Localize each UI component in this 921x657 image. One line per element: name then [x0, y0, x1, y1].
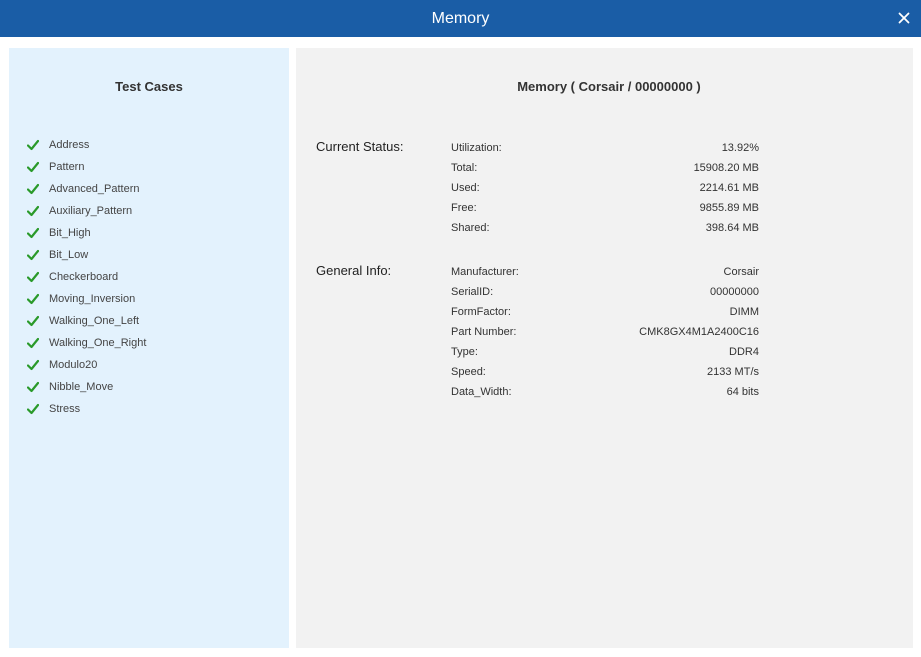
window-titlebar: Memory: [0, 0, 921, 37]
test-case-label: Checkerboard: [49, 271, 119, 283]
info-key: SerialID:: [451, 286, 494, 298]
info-value: DDR4: [729, 346, 759, 358]
test-case-item: Nibble_Move: [27, 376, 146, 398]
test-case-list: Address Pattern Advanced_Pattern Auxiliary_…: [27, 134, 146, 420]
info-value: 64 bits: [726, 386, 759, 398]
info-value: 15908.20 MB: [693, 162, 759, 174]
check-icon: [27, 227, 39, 239]
test-case-label: Walking_One_Right: [49, 337, 147, 349]
check-icon: [27, 183, 39, 195]
test-case-item: Auxiliary_Pattern: [27, 200, 146, 222]
test-case-item: Stress: [27, 398, 146, 420]
test-case-label: Moving_Inversion: [49, 293, 136, 305]
info-value: 00000000: [710, 286, 759, 298]
check-icon: [27, 359, 39, 371]
info-row: SerialID: 00000000: [451, 282, 759, 302]
check-icon: [27, 139, 39, 151]
check-icon: [27, 249, 39, 261]
info-row: Total: 15908.20 MB: [451, 158, 759, 178]
test-case-label: Pattern: [49, 161, 85, 173]
window-title: Memory: [431, 9, 490, 27]
current-status-table: Utilization: 13.92% Total: 15908.20 MB Used:…: [451, 138, 759, 238]
test-case-item: Modulo20: [27, 354, 146, 376]
info-value: 398.64 MB: [705, 222, 759, 234]
test-case-item: Bit_Low: [27, 244, 146, 266]
test-case-item: Bit_High: [27, 222, 146, 244]
info-row: Free: 9855.89 MB: [451, 198, 759, 218]
info-key: Total:: [451, 162, 478, 174]
info-value: 9855.89 MB: [699, 202, 759, 214]
test-cases-title: Test Cases: [115, 79, 183, 94]
info-key: Manufacturer:: [451, 266, 519, 278]
test-case-item: Advanced_Pattern: [27, 178, 146, 200]
test-case-label: Modulo20: [49, 359, 98, 371]
info-key: Used:: [451, 182, 480, 194]
info-key: Part Number:: [451, 326, 517, 338]
check-icon: [27, 337, 39, 349]
check-icon: [27, 271, 39, 283]
current-status-label: Current Status:: [316, 139, 404, 154]
test-case-label: Bit_Low: [49, 249, 89, 261]
test-case-label: Nibble_Move: [49, 381, 114, 393]
info-key: FormFactor:: [451, 306, 511, 318]
info-row: FormFactor: DIMM: [451, 302, 759, 322]
test-cases-panel: Test Cases Address Pattern Advanced_Patter…: [9, 48, 289, 648]
test-case-item: Pattern: [27, 156, 146, 178]
check-icon: [27, 293, 39, 305]
test-case-label: Auxiliary_Pattern: [49, 205, 133, 217]
info-value: 2214.61 MB: [699, 182, 759, 194]
info-value: CMK8GX4M1A2400C16: [639, 326, 759, 338]
test-case-label: Stress: [49, 403, 81, 415]
info-row: Part Number: CMK8GX4M1A2400C16: [451, 322, 759, 342]
info-row: Type: DDR4: [451, 342, 759, 362]
device-title: Memory ( Corsair / 00000000 ): [517, 79, 701, 94]
info-row: Used: 2214.61 MB: [451, 178, 759, 198]
info-key: Free:: [451, 202, 477, 214]
check-icon: [27, 205, 39, 217]
info-row: Data_Width: 64 bits: [451, 382, 759, 402]
test-case-item: Checkerboard: [27, 266, 146, 288]
test-case-label: Address: [49, 139, 90, 151]
check-icon: [27, 381, 39, 393]
info-row: Manufacturer: Corsair: [451, 262, 759, 282]
test-case-label: Advanced_Pattern: [49, 183, 140, 195]
info-value: 13.92%: [721, 142, 759, 154]
info-key: Utilization:: [451, 142, 502, 154]
general-info-table: Manufacturer: Corsair SerialID: 00000000 For…: [451, 262, 759, 402]
info-key: Type:: [451, 346, 478, 358]
test-case-item: Walking_One_Right: [27, 332, 146, 354]
info-row: Utilization: 13.92%: [451, 138, 759, 158]
device-details-panel: Memory ( Corsair / 00000000 ) Current St…: [296, 48, 913, 648]
check-icon: [27, 403, 39, 415]
info-key: Data_Width:: [451, 386, 512, 398]
general-info-label: General Info:: [316, 263, 392, 278]
info-key: Speed:: [451, 366, 486, 378]
test-case-item: Address: [27, 134, 146, 156]
info-value: Corsair: [723, 266, 759, 278]
info-row: Shared: 398.64 MB: [451, 218, 759, 238]
info-value: 2133 MT/s: [707, 366, 759, 378]
test-case-label: Bit_High: [49, 227, 91, 239]
test-case-item: Walking_One_Left: [27, 310, 146, 332]
info-row: Speed: 2133 MT/s: [451, 362, 759, 382]
info-value: DIMM: [729, 306, 759, 318]
check-icon: [27, 315, 39, 327]
close-icon[interactable]: [897, 11, 911, 25]
test-case-label: Walking_One_Left: [49, 315, 140, 327]
test-case-item: Moving_Inversion: [27, 288, 146, 310]
info-key: Shared:: [451, 222, 490, 234]
check-icon: [27, 161, 39, 173]
